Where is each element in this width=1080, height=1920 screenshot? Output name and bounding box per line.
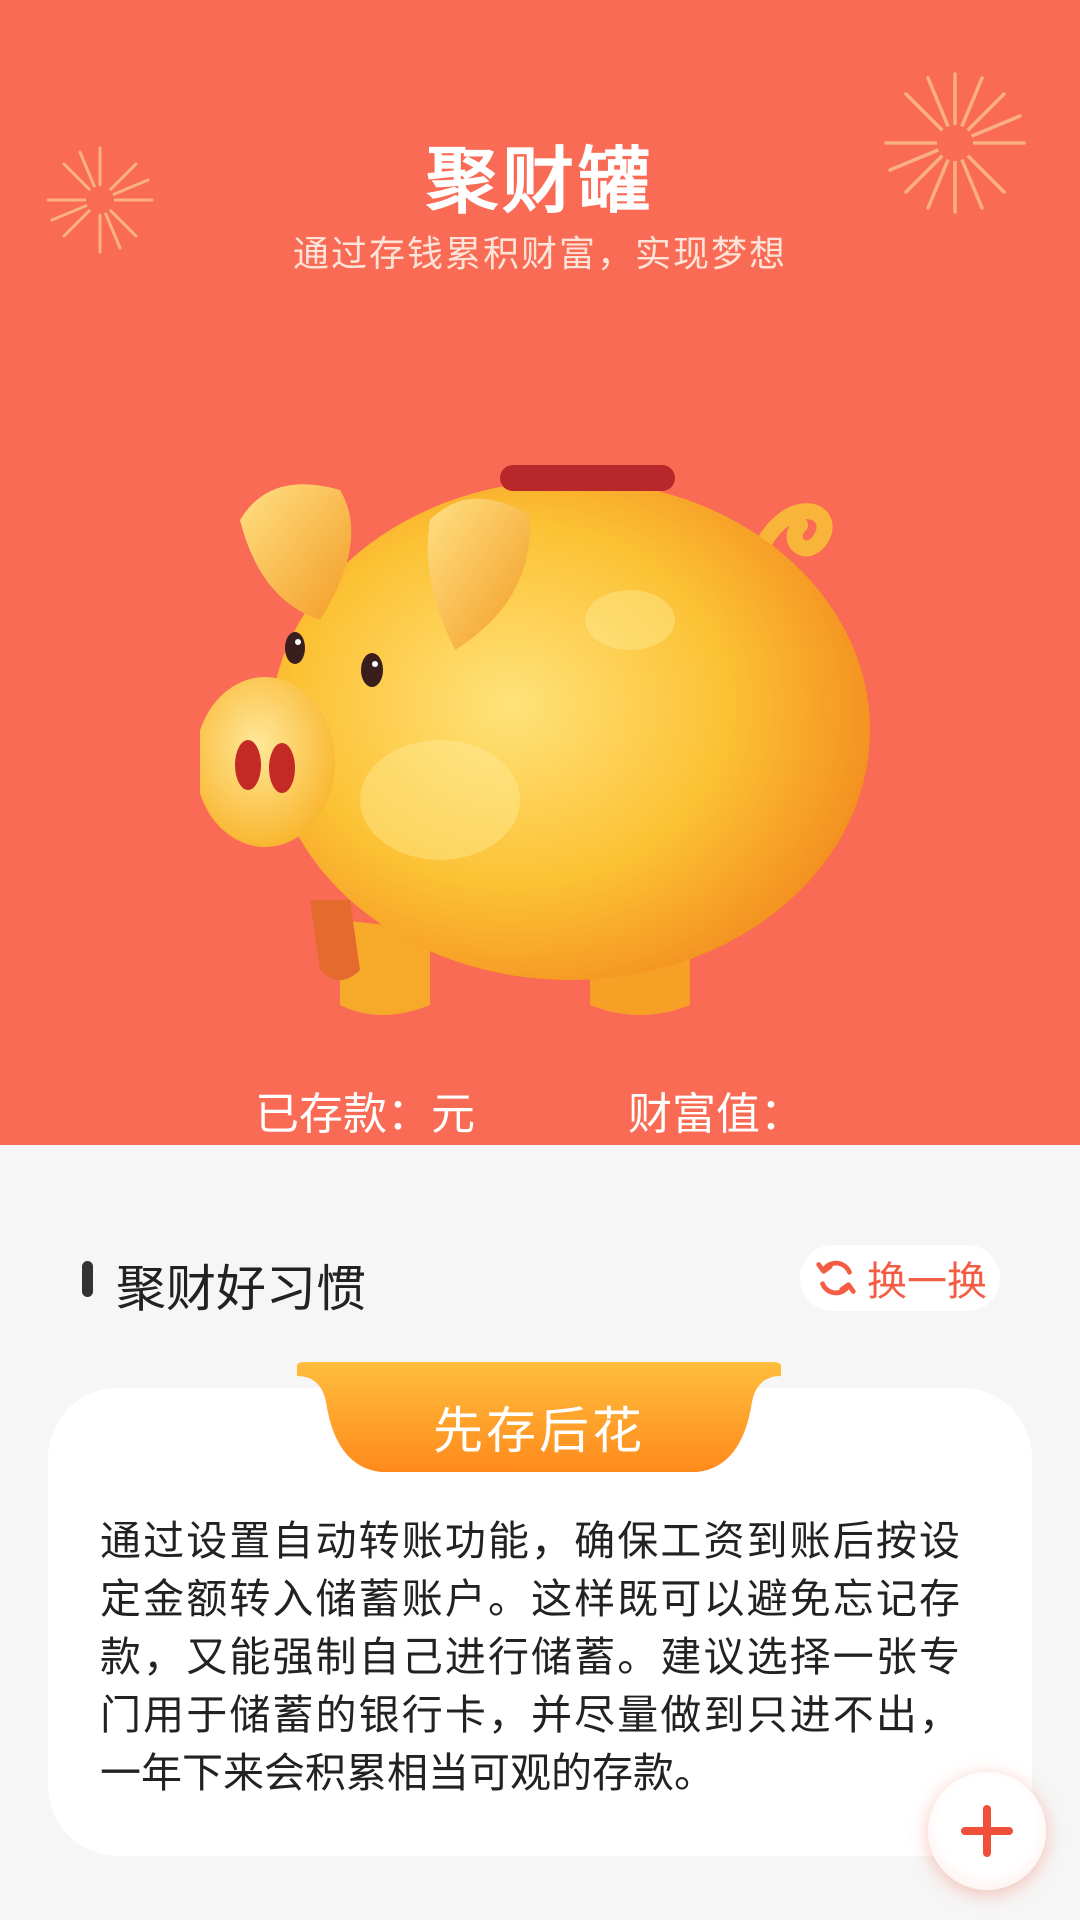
page-subtitle: 通过存钱累积财富，实现梦想 — [292, 234, 787, 275]
saved-amount-label: 已存款：元 — [255, 1089, 475, 1140]
habit-title: 先存后花 — [433, 1402, 645, 1460]
plus-icon — [961, 1805, 1013, 1857]
savings-stats: 已存款：元 财富值： — [0, 1078, 1080, 1140]
refresh-icon — [816, 1260, 856, 1296]
wealth-value-label: 财富值： — [628, 1089, 804, 1140]
habit-description: 通过设置自动转账功能，确保工资到账后按设定金额转入储蓄账户。这样既可以避免忘记存… — [100, 1517, 960, 1797]
page-title: 聚财罐 — [425, 139, 654, 223]
hero-banner: 聚财罐 通过存钱累积财富，实现梦想 已存款：元 财富值： — [0, 0, 1080, 1145]
habit-title-ribbon: 先存后花 — [297, 1362, 781, 1484]
section-marker — [82, 1261, 93, 1297]
piggy-bank-icon — [200, 465, 870, 1015]
add-button[interactable] — [928, 1772, 1046, 1890]
refresh-label: 换一换 — [867, 1259, 987, 1305]
habits-section-header: 聚财好习惯 换一换 — [82, 1245, 1000, 1318]
section-title: 聚财好习惯 — [116, 1260, 366, 1318]
refresh-button[interactable]: 换一换 — [800, 1245, 1000, 1311]
